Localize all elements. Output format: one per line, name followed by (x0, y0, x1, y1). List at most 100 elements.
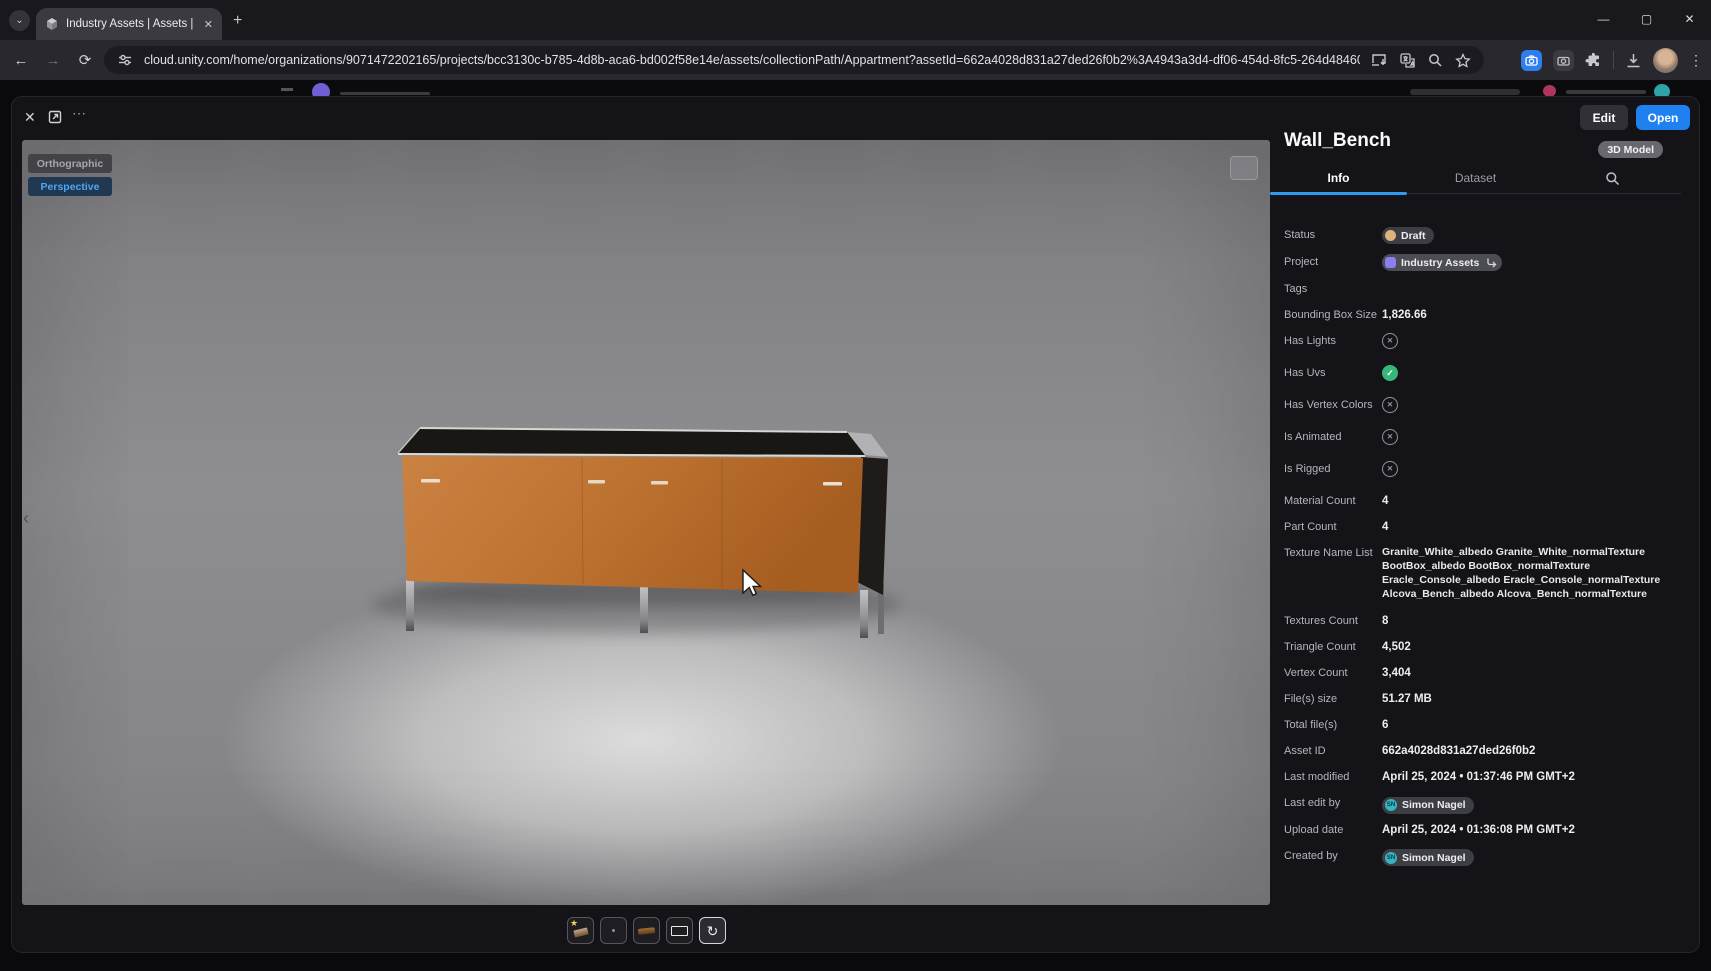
new-tab-button[interactable]: + (233, 13, 242, 29)
asset-type-badge: 3D Model (1598, 141, 1663, 158)
toolbar-divider (1613, 51, 1614, 69)
info-rows: StatusDraftProjectIndustry AssetsTagsBou… (1284, 227, 1688, 874)
row-label: Total file(s) (1284, 717, 1382, 733)
row-value: SNSimon Nagel (1382, 848, 1474, 867)
wood-texture-mini (638, 927, 656, 935)
row-label: Upload date (1284, 822, 1382, 838)
background-notification-badge (1543, 85, 1556, 97)
tab-search-chevron-icon[interactable]: ⌄ (9, 10, 30, 31)
asset-details-modal: ✕ ⋯ Edit Open (12, 97, 1699, 952)
translate-icon[interactable] (1398, 51, 1416, 69)
info-row-status: StatusDraft (1284, 227, 1688, 246)
thumbnail-dot-view[interactable] (600, 917, 627, 944)
unity-favicon-icon (45, 17, 59, 31)
extensions-puzzle-icon[interactable] (1585, 52, 1602, 69)
row-label: File(s) size (1284, 691, 1382, 707)
3d-viewport[interactable]: Orthographic Perspective ‹ (22, 140, 1270, 905)
wireframe-box-icon (671, 926, 688, 936)
project-pill[interactable]: Industry Assets (1382, 254, 1502, 271)
thumbnail-ai-preview[interactable]: ★ (567, 917, 594, 944)
info-row-has-uvs: Has Uvs✓ (1284, 365, 1688, 381)
row-value: April 25, 2024 • 01:36:08 PM GMT+2 (1382, 822, 1575, 838)
row-label: Has Uvs (1284, 365, 1382, 381)
info-row-has-lights: Has Lights✕ (1284, 333, 1688, 349)
row-value: Granite_White_albedo Granite_White_norma… (1382, 545, 1660, 601)
row-label: Is Animated (1284, 429, 1382, 445)
status-pill: Draft (1382, 227, 1434, 244)
info-row-bounding-box-size: Bounding Box Size1,826.66 (1284, 307, 1688, 323)
row-label: Has Vertex Colors (1284, 397, 1382, 413)
forward-button[interactable]: → (40, 48, 66, 72)
window-minimize-button[interactable]: — (1582, 2, 1625, 36)
background-dash (281, 88, 293, 91)
thumbnail-turntable-view-selected[interactable]: ↻ (699, 917, 726, 944)
info-row-last-modified: Last modifiedApril 25, 2024 • 01:37:46 P… (1284, 769, 1688, 785)
collapse-chevron-icon[interactable]: ‹ (23, 508, 29, 529)
user-name: Simon Nagel (1402, 797, 1466, 813)
texture-name-line: Eracle_Console_albedo Eracle_Console_nor… (1382, 573, 1660, 587)
row-label: Status (1284, 227, 1382, 243)
thumbnail-wireframe-view[interactable] (666, 917, 693, 944)
dot-icon (612, 929, 615, 932)
bookmark-star-icon[interactable] (1454, 51, 1472, 69)
row-value: Draft (1382, 227, 1434, 246)
turntable-rotate-icon: ↻ (707, 924, 719, 938)
background-text-ghost-2 (1566, 90, 1646, 94)
tab-info[interactable]: Info (1270, 163, 1407, 193)
profile-avatar[interactable] (1653, 48, 1678, 73)
project-name: Industry Assets (1401, 255, 1479, 271)
orthographic-button[interactable]: Orthographic (28, 154, 112, 173)
row-label: Is Rigged (1284, 461, 1382, 477)
window-maximize-button[interactable]: ▢ (1625, 2, 1668, 36)
info-row-has-vertex-colors: Has Vertex Colors✕ (1284, 397, 1688, 413)
row-label: Bounding Box Size (1284, 307, 1382, 323)
background-icons-ghost (1410, 89, 1520, 95)
tab-close-icon[interactable]: ✕ (204, 18, 213, 31)
camera-extension-icon[interactable] (1553, 50, 1574, 71)
url-text[interactable]: cloud.unity.com/home/organizations/90714… (144, 53, 1360, 67)
site-info-icon[interactable] (116, 51, 134, 69)
panel-search-icon[interactable] (1544, 163, 1681, 193)
modal-expand-icon[interactable] (48, 110, 62, 124)
send-to-device-icon[interactable] (1370, 51, 1388, 69)
row-value: 662a4028d831a27ded26f0b2 (1382, 743, 1535, 759)
row-value: 51.27 MB (1382, 691, 1432, 707)
info-row-asset-id: Asset ID662a4028d831a27ded26f0b2 (1284, 743, 1688, 759)
row-value: ✕ (1382, 461, 1398, 477)
info-row-project: ProjectIndustry Assets (1284, 254, 1688, 273)
reload-button[interactable]: ⟳ (72, 48, 98, 72)
browser-tab[interactable]: Industry Assets | Assets | Unity ✕ (36, 8, 222, 40)
url-bar[interactable]: cloud.unity.com/home/organizations/90714… (104, 46, 1484, 74)
status-dot-icon (1385, 230, 1396, 241)
back-button[interactable]: ← (8, 48, 34, 72)
browser-menu-kebab-icon[interactable]: ⋮ (1689, 52, 1703, 69)
zoom-icon[interactable] (1426, 51, 1444, 69)
info-row-last-edit-by: Last edit bySNSimon Nagel (1284, 795, 1688, 814)
row-value: 3,404 (1382, 665, 1411, 681)
tab-dataset[interactable]: Dataset (1407, 163, 1544, 193)
browser-tab-strip: ⌄ Industry Assets | Assets | Unity ✕ + —… (0, 0, 1711, 40)
thumbnail-texture-view[interactable] (633, 917, 660, 944)
row-label: Has Lights (1284, 333, 1382, 349)
wall-bench-3d-model (22, 140, 1270, 905)
downloads-icon[interactable] (1625, 52, 1642, 69)
asset-info-panel: Wall_Bench 3D Model Info Dataset StatusD… (1270, 97, 1699, 952)
x-circle-icon: ✕ (1382, 397, 1398, 413)
x-circle-icon: ✕ (1382, 333, 1398, 349)
modal-close-icon[interactable]: ✕ (24, 109, 36, 126)
x-circle-icon: ✕ (1382, 429, 1398, 445)
user-avatar: SN (1385, 852, 1397, 864)
view-gizmo-button[interactable] (1230, 156, 1258, 180)
modal-more-options-icon[interactable]: ⋯ (72, 105, 86, 122)
row-value: Industry Assets (1382, 254, 1502, 273)
window-close-button[interactable]: ✕ (1668, 2, 1711, 36)
row-value: 4 (1382, 493, 1388, 509)
active-tab-underline (1270, 192, 1407, 195)
project-icon (1385, 257, 1396, 268)
row-label: Asset ID (1284, 743, 1382, 759)
row-label: Part Count (1284, 519, 1382, 535)
perspective-button[interactable]: Perspective (28, 177, 112, 196)
screenshot-extension-icon[interactable] (1521, 50, 1542, 71)
row-label: Last modified (1284, 769, 1382, 785)
row-value: ✕ (1382, 397, 1398, 413)
